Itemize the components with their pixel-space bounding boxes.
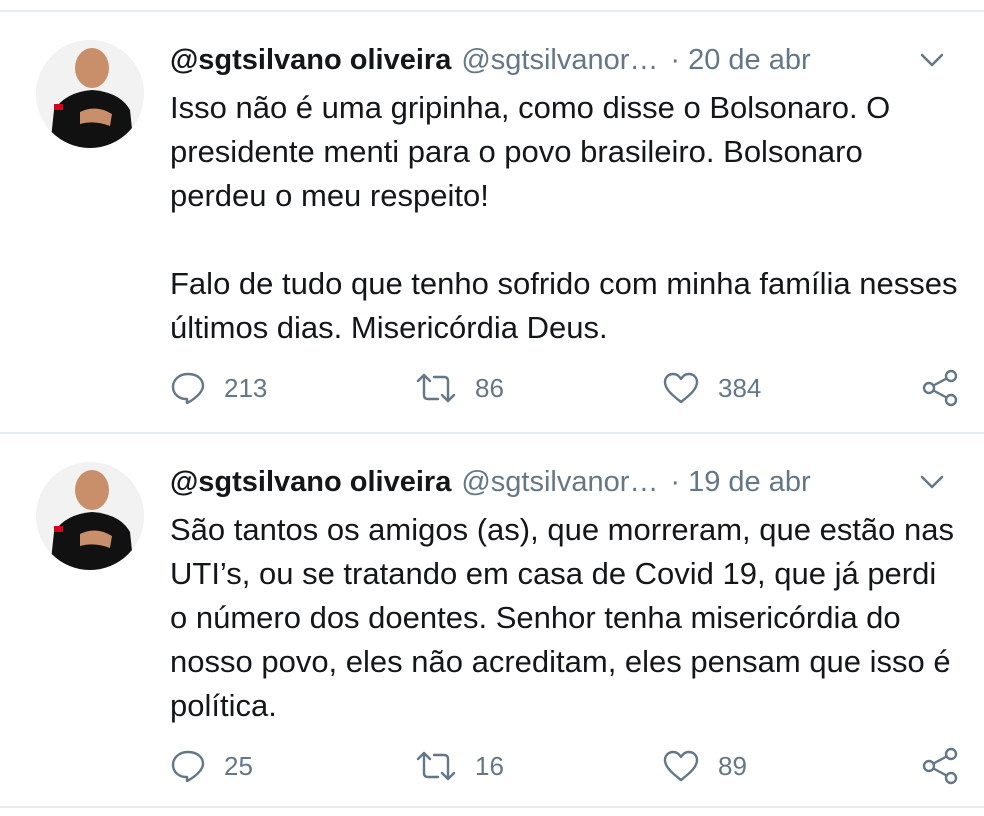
retweet-count: 86	[475, 372, 504, 403]
like-button[interactable]: 384	[662, 368, 761, 408]
tweet-paragraph: São tantos os amigos (as), que morreram,…	[170, 512, 955, 723]
tweet-header: @sgtsilvano oliveira @sgtsilvanor… · 19 de …	[170, 462, 811, 502]
reply-count: 25	[224, 750, 253, 781]
retweet-arrows-icon	[416, 373, 456, 403]
author-handle[interactable]: @sgtsilvanor…	[461, 466, 658, 498]
tweet-actions: 25 16 89	[170, 746, 960, 786]
tweet-paragraph: Isso não é uma gripinha, como disse o Bo…	[170, 90, 891, 213]
tweet-actions: 213 86 384	[170, 368, 960, 408]
heart-icon	[663, 372, 699, 404]
chevron-down-icon[interactable]	[918, 472, 946, 492]
tweet-date[interactable]: 20 de abr	[688, 44, 811, 76]
tweet-card[interactable]: @sgtsilvano oliveira @sgtsilvanor… · 19 de …	[0, 458, 984, 798]
retweet-button[interactable]: 16	[415, 746, 504, 786]
retweet-arrows-icon	[416, 751, 456, 781]
like-count: 89	[718, 750, 747, 781]
like-count: 384	[718, 372, 762, 403]
author-name[interactable]: @sgtsilvano oliveira	[170, 44, 451, 76]
tweet-header: @sgtsilvano oliveira @sgtsilvanor… · 20 de …	[170, 40, 811, 80]
share-icon[interactable]	[920, 746, 960, 786]
tweet-text: São tantos os amigos (as), que morreram,…	[170, 508, 960, 728]
speech-bubble-icon	[171, 372, 205, 405]
retweet-count: 16	[475, 750, 504, 781]
share-icon[interactable]	[920, 368, 960, 408]
heart-icon	[663, 750, 699, 782]
like-button[interactable]: 89	[662, 746, 747, 786]
avatar[interactable]	[36, 462, 144, 570]
chevron-down-icon[interactable]	[918, 50, 946, 70]
author-handle[interactable]: @sgtsilvanor…	[461, 44, 658, 76]
tweet-paragraph: Falo de tudo que tenho sofrido com minha…	[170, 266, 958, 345]
tweet-card[interactable]: @sgtsilvano oliveira @sgtsilvanor… · 20 de …	[0, 36, 984, 426]
tweet-divider	[0, 432, 984, 434]
tweet-text: Isso não é uma gripinha, como disse o Bo…	[170, 86, 960, 350]
retweet-button[interactable]: 86	[415, 368, 504, 408]
avatar-image	[36, 40, 144, 148]
bottom-divider	[0, 806, 984, 808]
avatar[interactable]	[36, 40, 144, 148]
tweet-date[interactable]: 19 de abr	[688, 466, 811, 498]
author-name[interactable]: @sgtsilvano oliveira	[170, 466, 451, 498]
avatar-image	[36, 462, 144, 570]
separator-dot: ·	[670, 466, 681, 498]
top-divider	[0, 10, 984, 12]
reply-count: 213	[224, 372, 268, 403]
reply-button[interactable]: 213	[170, 368, 267, 408]
speech-bubble-icon	[171, 750, 205, 783]
reply-button[interactable]: 25	[170, 746, 253, 786]
separator-dot: ·	[670, 44, 681, 76]
